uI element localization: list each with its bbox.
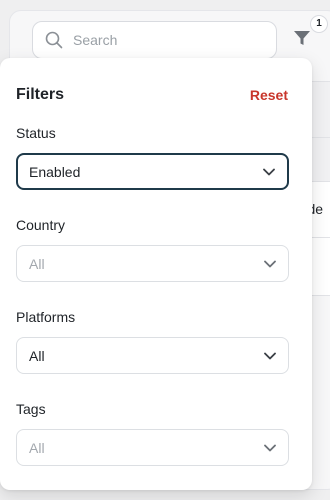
country-label: Country [16, 217, 66, 233]
search-icon [45, 31, 63, 49]
country-select[interactable]: All [16, 245, 289, 282]
filters-panel: Filters Reset Status Enabled Country All… [0, 58, 312, 490]
search-bar[interactable] [32, 21, 277, 59]
search-input[interactable] [73, 32, 253, 48]
reset-button[interactable]: Reset [250, 87, 288, 103]
platforms-select-value: All [29, 347, 45, 364]
app-canvas: 1 orde Filters Reset Status Enabled Coun… [0, 0, 330, 500]
chevron-down-icon [263, 168, 275, 176]
chevron-down-icon [264, 260, 276, 268]
status-select[interactable]: Enabled [16, 153, 289, 190]
tags-label: Tags [16, 401, 46, 417]
status-select-value: Enabled [29, 163, 81, 180]
country-select-value: All [29, 255, 45, 272]
filters-title: Filters [16, 86, 65, 103]
chevron-down-icon [264, 352, 276, 360]
filter-count-badge: 1 [310, 15, 328, 33]
platforms-select[interactable]: All [16, 337, 289, 374]
tags-select[interactable]: All [16, 429, 289, 466]
funnel-icon [292, 28, 312, 53]
platforms-label: Platforms [16, 309, 76, 325]
filter-button[interactable] [292, 30, 312, 50]
chevron-down-icon [264, 444, 276, 452]
status-label: Status [16, 125, 56, 141]
tags-select-value: All [29, 439, 45, 456]
